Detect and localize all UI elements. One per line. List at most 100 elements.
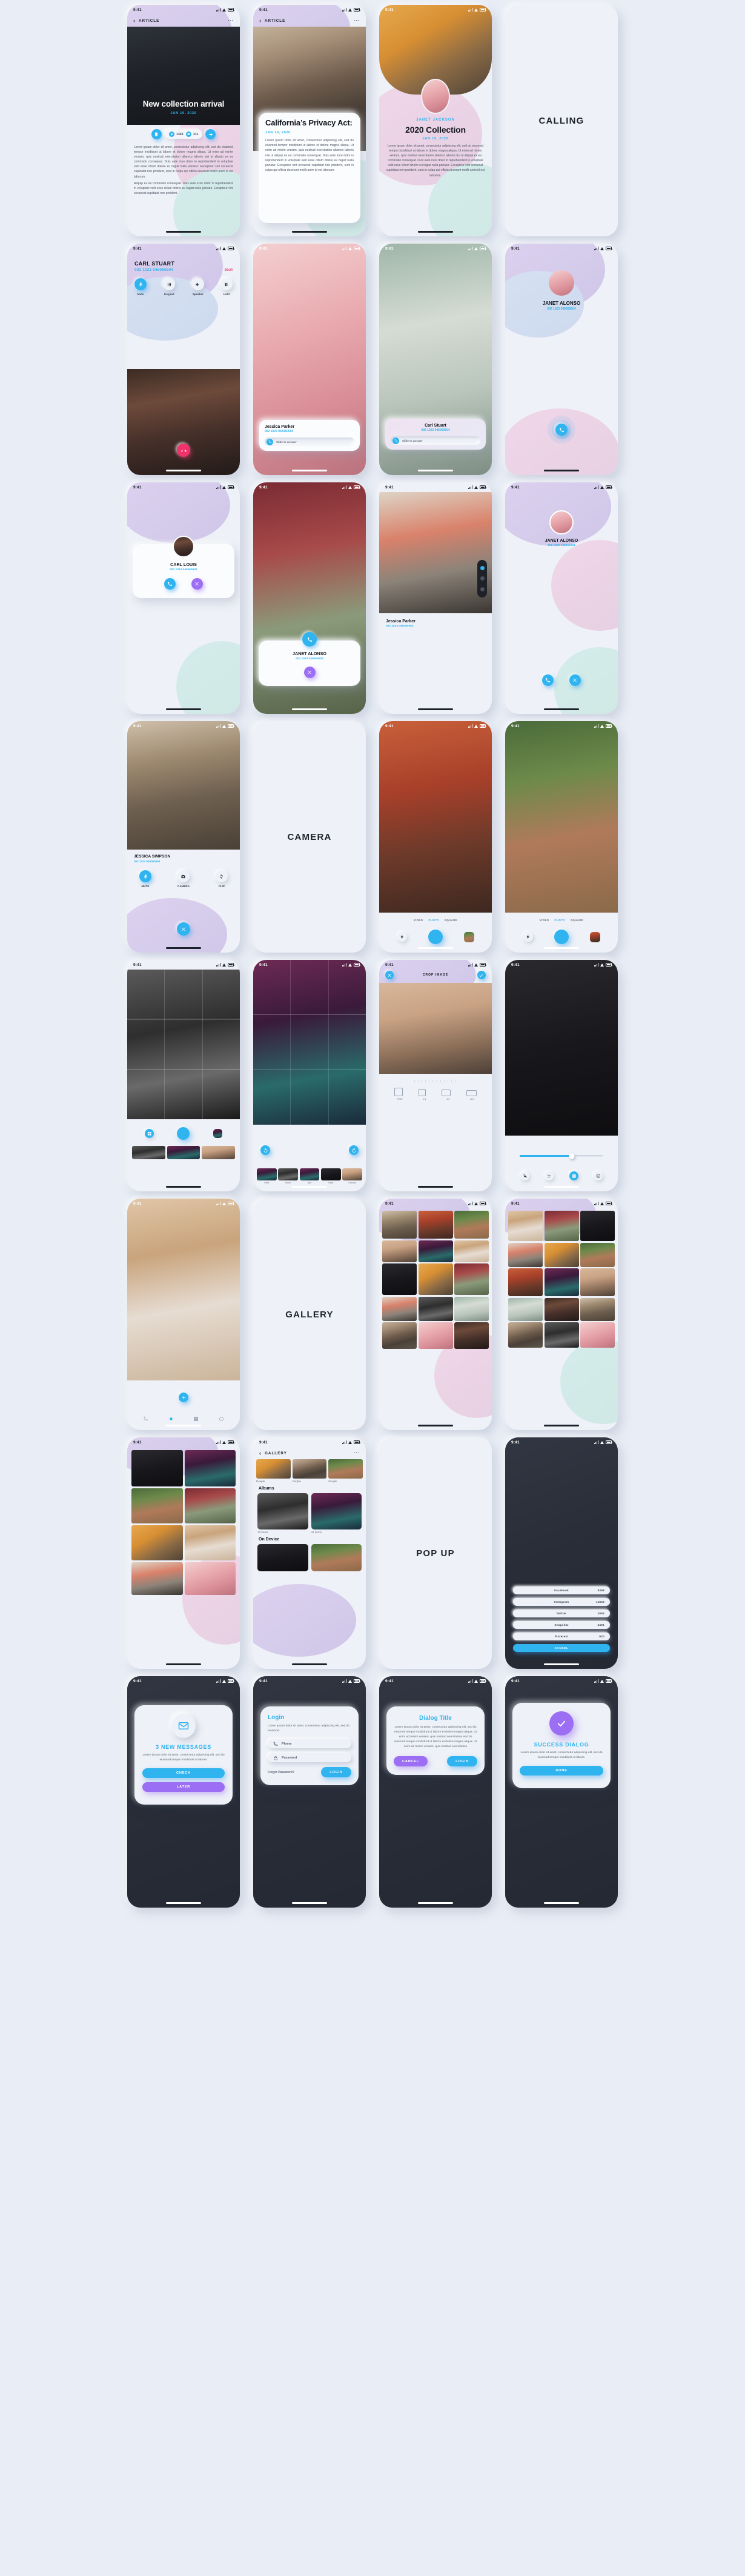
screen-article-2020-collection[interactable]: 9:41 JANET JACKSON 2020 Collection JAN 1…: [379, 5, 492, 236]
gallery-item[interactable]: [508, 1242, 543, 1267]
camera-mode-photo[interactable]: PHOTO: [554, 919, 565, 922]
done-button[interactable]: DONE: [520, 1766, 603, 1776]
gallery-item[interactable]: [131, 1525, 183, 1560]
action-item[interactable]: Instagram 11833: [513, 1598, 610, 1606]
screen-calling-janet-alonso[interactable]: 9:41 JANET ALONSO 002 1023 045060504: [505, 244, 618, 475]
gallery-item[interactable]: [131, 1450, 183, 1486]
screen-video-call-jessica-simpson[interactable]: 9:41 JESSICA SIMPSON 002 1023 045060504 …: [127, 721, 240, 953]
confirm-crop-button[interactable]: [477, 971, 486, 979]
phone-field[interactable]: Phone: [268, 1739, 351, 1749]
screen-contact-janet-alonso[interactable]: 9:41 JANET ALONSO 002 1023 045060504: [253, 482, 366, 714]
flash-button[interactable]: [523, 932, 533, 942]
adjust-slider[interactable]: [520, 1153, 603, 1159]
screen-contact-janet-alonso-blob[interactable]: 9:41 JANET ALONSO 002 1023 045060504: [505, 482, 618, 714]
gallery-item[interactable]: [580, 1268, 615, 1296]
gallery-grid[interactable]: [127, 1450, 240, 1595]
screen-incoming-jessica-parker[interactable]: 9:41 Jessica Parker 002 1023 045060504 S…: [253, 244, 366, 475]
action-item[interactable]: Snapchat 4401: [513, 1621, 610, 1629]
ondevice-row[interactable]: [253, 1544, 366, 1571]
filter-thumb[interactable]: [132, 1146, 165, 1159]
tab-adjust[interactable]: [167, 1415, 175, 1423]
gallery-item[interactable]: [454, 1211, 489, 1239]
screen-action-sheet[interactable]: 9:41 Facebook 8398 Instagram 11833 Twitter…: [505, 1437, 618, 1669]
call-action-keypad[interactable]: Keypad: [163, 278, 176, 296]
gallery-thumbnail[interactable]: [213, 1129, 222, 1138]
gallery-item[interactable]: [454, 1296, 489, 1321]
screen-dialog-generic[interactable]: 9:41 Dialog Title Lorem ipsum dolor sit …: [379, 1676, 492, 1908]
gallery-item[interactable]: [508, 1268, 543, 1296]
gallery-grid[interactable]: [379, 1211, 492, 1349]
screen-article-california[interactable]: 9:41 ‹ ARTICLE ⋯ California’s Privacy Ac…: [253, 5, 366, 236]
screen-camera-viewfinder-2[interactable]: 9:41 • • • VIDEO PHOTO SQUARE: [505, 721, 618, 953]
slider-knob[interactable]: [569, 1153, 575, 1159]
photo-fab-wrap[interactable]: [179, 1393, 188, 1402]
end-call-wrap[interactable]: [177, 922, 190, 936]
video-action-camera[interactable]: CAMERA: [177, 870, 190, 888]
ratio-16-9[interactable]: [466, 1090, 477, 1096]
filter-item[interactable]: Mono: [278, 1168, 299, 1184]
ratio-1-1[interactable]: [419, 1089, 426, 1096]
gallery-item[interactable]: [544, 1211, 579, 1241]
gallery-grid[interactable]: [505, 1211, 618, 1348]
back-icon[interactable]: ‹: [133, 18, 135, 24]
filter-item[interactable]: Fade: [320, 1168, 341, 1184]
camera-mode-square[interactable]: SQUARE: [571, 919, 583, 922]
gallery-item[interactable]: [580, 1211, 615, 1241]
stat-likes[interactable]: 1343: [168, 131, 184, 138]
gallery-item[interactable]: [184, 1562, 236, 1595]
people-item[interactable]: People: [292, 1459, 327, 1483]
gallery-item[interactable]: [418, 1263, 453, 1295]
check-button[interactable]: CHECK: [142, 1768, 225, 1779]
gallery-item[interactable]: [184, 1450, 236, 1486]
login-button[interactable]: LOGIN: [321, 1767, 351, 1778]
share-button[interactable]: [205, 129, 216, 139]
slide-to-answer[interactable]: Slide to answer: [265, 438, 354, 446]
flip-icon[interactable]: [480, 587, 485, 591]
decline-call-button[interactable]: [569, 674, 581, 686]
screen-photo-viewer[interactable]: 9:41: [127, 1199, 240, 1430]
tab-emoji[interactable]: [217, 1415, 225, 1423]
end-call-wrap[interactable]: [177, 444, 190, 457]
screen-dialog-new-messages[interactable]: 9:41 3 NEW MESSAGES Lorem ipsum dolor si…: [127, 1676, 240, 1908]
grid-icon-button[interactable]: [569, 1171, 578, 1180]
crop-slider-ticks[interactable]: | | | | | | | | | | | |: [379, 1074, 492, 1085]
back-icon[interactable]: ‹: [259, 1450, 261, 1456]
filter-strip[interactable]: [127, 1146, 240, 1159]
albums-row[interactable]: 13 items 41 items: [253, 1493, 366, 1534]
more-icon[interactable]: ⋯: [354, 1450, 360, 1455]
camera-mode-photo[interactable]: PHOTO: [428, 919, 439, 922]
accept-call-button[interactable]: [164, 578, 176, 590]
gallery-item[interactable]: [508, 1211, 543, 1241]
gallery-item[interactable]: [454, 1322, 489, 1349]
end-call-button[interactable]: [555, 424, 568, 436]
redo-button[interactable]: [349, 1145, 359, 1155]
screen-editor-grid[interactable]: 9:41: [127, 960, 240, 1191]
people-item[interactable]: People: [328, 1459, 363, 1483]
gallery-item[interactable]: [131, 1562, 183, 1595]
tab-crop[interactable]: [142, 1415, 150, 1423]
filter-item[interactable]: Noir: [299, 1168, 320, 1184]
gallery-item[interactable]: [184, 1488, 236, 1523]
camera-icon[interactable]: [480, 576, 485, 581]
undo-button[interactable]: [260, 1145, 270, 1155]
screen-camera-viewfinder-1[interactable]: 9:41 VIDEO PHOTO SQUARE: [379, 721, 492, 953]
gallery-item[interactable]: [580, 1242, 615, 1267]
camera-mode-video[interactable]: VIDEO: [414, 919, 423, 922]
ondevice-item[interactable]: [311, 1544, 362, 1571]
action-item[interactable]: Twitter 2093: [513, 1609, 610, 1617]
action-item[interactable]: Facebook 8398: [513, 1586, 610, 1594]
close-crop-button[interactable]: [385, 971, 394, 979]
people-item[interactable]: People: [256, 1459, 291, 1483]
gallery-item[interactable]: [544, 1297, 579, 1321]
action-item[interactable]: Pinterest 920: [513, 1632, 610, 1640]
filter-thumb[interactable]: [167, 1146, 200, 1159]
gallery-item[interactable]: [382, 1240, 417, 1262]
grid-icon-button[interactable]: [145, 1129, 154, 1138]
more-icon[interactable]: ⋯: [354, 18, 360, 22]
video-action-flip[interactable]: FLIP: [215, 870, 228, 888]
flash-button[interactable]: [397, 932, 407, 942]
camera-mode-selector[interactable]: VIDEO PHOTO SQUARE: [379, 919, 492, 922]
screen-crop-image[interactable]: 9:41 CROP IMAGE | | | | | | | | | | | | …: [379, 960, 492, 1191]
ondevice-item[interactable]: [257, 1544, 308, 1571]
gallery-item[interactable]: [418, 1240, 453, 1262]
